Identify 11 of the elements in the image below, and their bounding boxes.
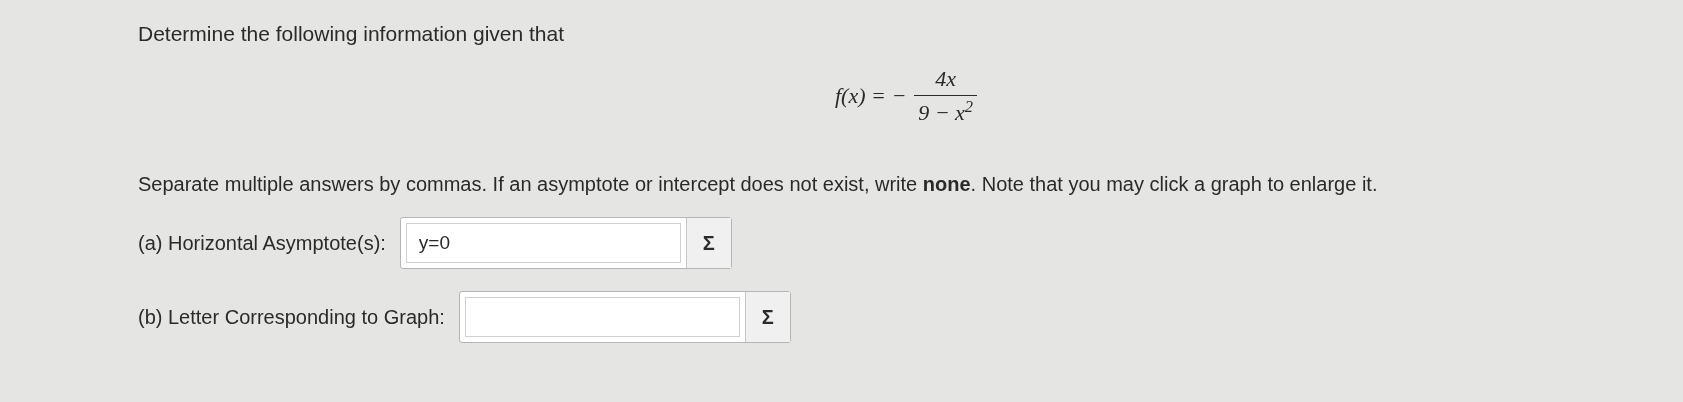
formula-denominator: 9 − x$^{2}$ xyxy=(917,96,975,127)
answer-field[interactable]: y=0 Σ xyxy=(399,217,732,269)
question-label: (a) Horizontal Asymptote(s): xyxy=(138,231,386,256)
instructions-text: Separate multiple answers by commas. If an asymptote or intercept does not exist, write none. Note that you may click a graph to enlarge it. xyxy=(138,172,1378,197)
question-label: (b) Letter Corresponding to Graph: xyxy=(138,305,445,330)
formula-lhs: f(x) = − xyxy=(835,81,907,110)
formula-numerator: 4x xyxy=(934,64,958,93)
equation-editor-button[interactable]: Σ xyxy=(685,218,731,268)
answer-field[interactable]: Σ xyxy=(458,291,791,343)
intro-text: Determine the following information given that xyxy=(138,21,565,47)
equation-editor-button[interactable]: Σ xyxy=(744,292,790,342)
